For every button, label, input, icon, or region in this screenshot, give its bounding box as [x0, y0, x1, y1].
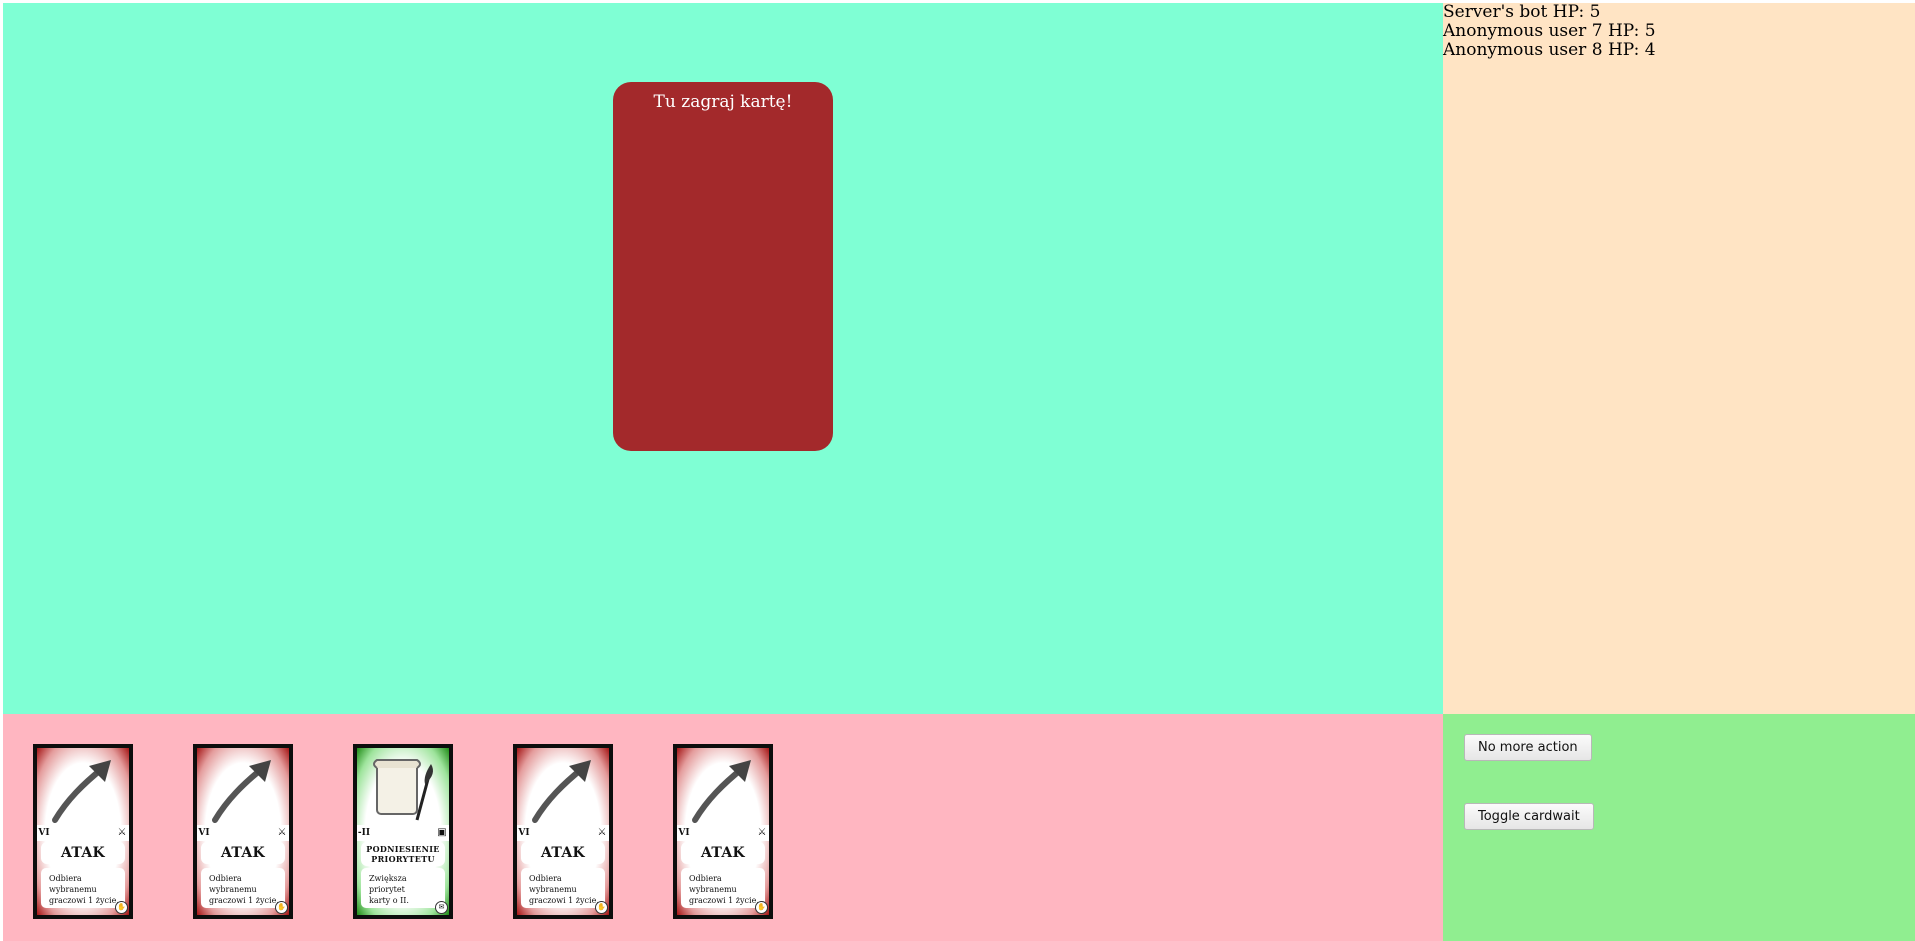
card-number: VI — [677, 825, 691, 841]
sword-icon: ⚔ — [595, 825, 609, 841]
player-name: Anonymous user 7 — [1443, 21, 1603, 41]
hand-icon: ✋ — [115, 901, 128, 914]
scroll-icon: ✉ — [435, 901, 448, 914]
card-title: ATAK — [41, 842, 125, 864]
arrow-icon — [45, 754, 121, 826]
player-name: Server's bot — [1443, 2, 1548, 22]
hand-card-atak[interactable]: VI ⚔ ATAK Odbiera wybranemu graczowi 1 ż… — [193, 744, 293, 919]
hand-card-atak[interactable]: VI ⚔ ATAK Odbiera wybranemu graczowi 1 ż… — [513, 744, 613, 919]
hand-icon: ✋ — [755, 901, 768, 914]
actions-panel: No more action Toggle cardwait — [1443, 714, 1915, 941]
player-row: Anonymous user 7 HP: 5 — [1443, 22, 1915, 41]
card-description: Zwiększa priorytet karty o II. — [361, 868, 445, 908]
card-title: ATAK — [681, 842, 765, 864]
player-hp: 4 — [1644, 40, 1656, 60]
game-board: Tu zagraj kartę! — [3, 3, 1443, 714]
card-desc-line: Odbiera wybranemu — [689, 874, 737, 894]
card-number: VI — [517, 825, 531, 841]
card-desc-line: Odbiera wybranemu — [209, 874, 257, 894]
card-desc-line: Zwiększa priorytet — [369, 874, 407, 894]
card-drop-zone[interactable]: Tu zagraj kartę! — [613, 82, 833, 451]
card-description: Odbiera wybranemu graczowi 1 życie. — [41, 868, 125, 908]
arrow-icon — [685, 754, 761, 826]
toggle-cardwait-button[interactable]: Toggle cardwait — [1464, 803, 1594, 830]
priority-icon: ▣ — [435, 825, 449, 841]
hand-icon: ✋ — [595, 901, 608, 914]
player-hand: VI ⚔ ATAK Odbiera wybranemu graczowi 1 ż… — [3, 714, 1443, 941]
drop-zone-label: Tu zagraj kartę! — [653, 92, 793, 112]
sword-icon: ⚔ — [115, 825, 129, 841]
players-panel: Server's bot HP: 5 Anonymous user 7 HP: … — [1443, 3, 1915, 714]
hand-card-podniesienie-priorytetu[interactable]: -II ▣ PODNIESIENIE PRIORYTETU Zwiększa p… — [353, 744, 453, 919]
card-desc-line: karty o II. — [369, 896, 409, 905]
scroll-quill-icon — [365, 754, 441, 826]
hand-card-atak[interactable]: VI ⚔ ATAK Odbiera wybranemu graczowi 1 ż… — [33, 744, 133, 919]
card-description: Odbiera wybranemu graczowi 1 życie. — [681, 868, 765, 908]
card-title: PODNIESIENIE PRIORYTETU — [361, 842, 445, 866]
hp-label: HP: — [1607, 21, 1640, 41]
no-more-action-button[interactable]: No more action — [1464, 734, 1592, 761]
card-number: -II — [357, 825, 371, 841]
card-desc-line: Odbiera wybranemu — [529, 874, 577, 894]
card-desc-line: graczowi 1 życie. — [689, 896, 759, 905]
card-title: ATAK — [521, 842, 605, 864]
hp-label: HP: — [1552, 2, 1585, 22]
sword-icon: ⚔ — [275, 825, 289, 841]
card-desc-line: Odbiera wybranemu — [49, 874, 97, 894]
hand-card-atak[interactable]: VI ⚔ ATAK Odbiera wybranemu graczowi 1 ż… — [673, 744, 773, 919]
hp-label: HP: — [1607, 40, 1640, 60]
sword-icon: ⚔ — [755, 825, 769, 841]
player-row: Anonymous user 8 HP: 4 — [1443, 41, 1915, 60]
card-description: Odbiera wybranemu graczowi 1 życie. — [521, 868, 605, 908]
card-desc-line: graczowi 1 życie. — [49, 896, 119, 905]
player-row: Server's bot HP: 5 — [1443, 3, 1915, 22]
card-title-line: PRIORYTETU — [371, 854, 435, 864]
card-desc-line: graczowi 1 życie. — [209, 896, 279, 905]
arrow-icon — [205, 754, 281, 826]
hand-icon: ✋ — [275, 901, 288, 914]
card-title: ATAK — [201, 842, 285, 864]
card-title-line: PODNIESIENIE — [366, 844, 440, 854]
card-number: VI — [37, 825, 51, 841]
card-number: VI — [197, 825, 211, 841]
card-desc-line: graczowi 1 życie. — [529, 896, 599, 905]
arrow-icon — [525, 754, 601, 826]
player-name: Anonymous user 8 — [1443, 40, 1603, 60]
card-description: Odbiera wybranemu graczowi 1 życie. — [201, 868, 285, 908]
player-hp: 5 — [1589, 2, 1601, 22]
player-hp: 5 — [1644, 21, 1656, 41]
